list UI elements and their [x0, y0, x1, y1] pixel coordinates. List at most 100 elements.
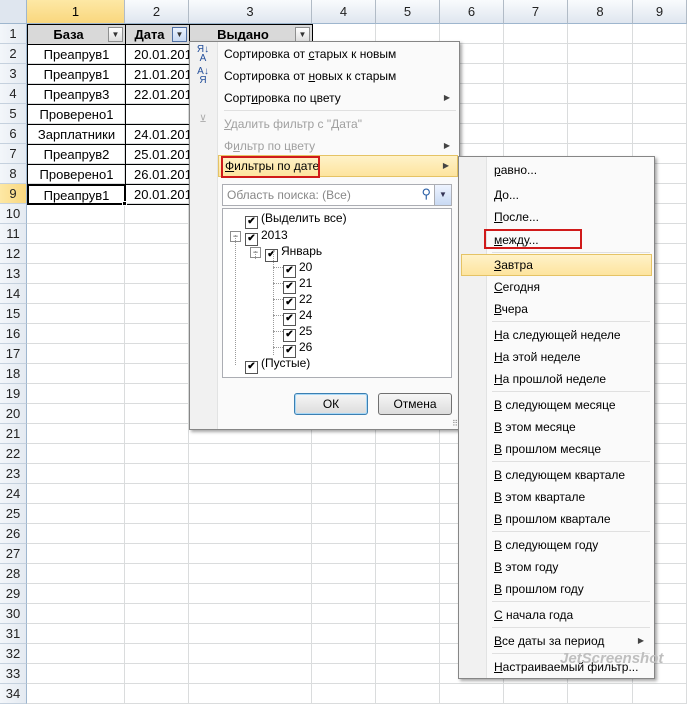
- row-header-21[interactable]: 21: [0, 424, 27, 444]
- date-filter-next-month-item[interactable]: В следующем месяце: [461, 394, 652, 416]
- cancel-button[interactable]: Отмена: [378, 393, 452, 415]
- row-header-7[interactable]: 7: [0, 144, 27, 164]
- filter-dropdown-button-b[interactable]: ▼: [172, 27, 187, 42]
- tree-day-26[interactable]: ✔ 26: [283, 339, 312, 358]
- column-header-2[interactable]: 2: [125, 0, 189, 24]
- date-filter-next-week-item[interactable]: На следующей неделе: [461, 324, 652, 346]
- row-header-17[interactable]: 17: [0, 344, 27, 364]
- cell-date-row-8[interactable]: 26.01.201: [125, 164, 190, 185]
- checkbox-checked[interactable]: ✔: [265, 249, 278, 262]
- row-header-20[interactable]: 20: [0, 404, 27, 424]
- cell-base-row-6[interactable]: Зарплатники: [27, 124, 126, 145]
- row-header-24[interactable]: 24: [0, 484, 27, 504]
- cell-date-row-2[interactable]: 20.01.201: [125, 44, 190, 65]
- search-dropdown-button[interactable]: ▼: [434, 185, 451, 205]
- row-header-16[interactable]: 16: [0, 324, 27, 344]
- row-header-11[interactable]: 11: [0, 224, 27, 244]
- row-header-22[interactable]: 22: [0, 444, 27, 464]
- filter-search-input[interactable]: Область поиска: (Все) ⚲ ▼: [222, 184, 452, 206]
- row-header-1[interactable]: 1: [0, 24, 27, 44]
- date-filter-this-month-item[interactable]: В этом месяце: [461, 416, 652, 438]
- date-filter-ytd-item[interactable]: С начала года: [461, 604, 652, 626]
- date-filter-this-week-item[interactable]: На этой неделе: [461, 346, 652, 368]
- column-header-6[interactable]: 6: [440, 0, 504, 24]
- row-header-25[interactable]: 25: [0, 504, 27, 524]
- column-header-5[interactable]: 5: [376, 0, 440, 24]
- date-filter-last-year-item[interactable]: В прошлом году: [461, 578, 652, 600]
- row-header-13[interactable]: 13: [0, 264, 27, 284]
- sort-oldest-to-newest-item[interactable]: Сортировка от старых к новым: [218, 43, 458, 65]
- date-filter-next-year-item[interactable]: В следующем году: [461, 534, 652, 556]
- date-filter-tomorrow-item[interactable]: Завтра: [461, 254, 652, 276]
- date-filter-this-year-item[interactable]: В этом году: [461, 556, 652, 578]
- row-header-33[interactable]: 33: [0, 664, 27, 684]
- row-header-29[interactable]: 29: [0, 584, 27, 604]
- cell-date-row-7[interactable]: 25.01.201: [125, 144, 190, 165]
- date-filter-last-week-item[interactable]: На прошлой неделе: [461, 368, 652, 390]
- filter-value-tree[interactable]: ✔ (Выделить все) − ✔ 2013− ✔ Январь ✔ 20 ✔ 21 ✔ 22 ✔ 2…: [222, 208, 452, 378]
- resize-grip[interactable]: ⠿: [452, 420, 458, 428]
- date-filter-today-item[interactable]: Сегодня: [461, 276, 652, 298]
- ok-button[interactable]: ОК: [294, 393, 368, 415]
- row-header-34[interactable]: 34: [0, 684, 27, 704]
- row-header-14[interactable]: 14: [0, 284, 27, 304]
- sort-newest-to-oldest-item[interactable]: Сортировка от новых к старым: [218, 65, 458, 87]
- cell-date-row-6[interactable]: 24.01.201: [125, 124, 190, 145]
- column-header-7[interactable]: 7: [504, 0, 568, 24]
- row-header-30[interactable]: 30: [0, 604, 27, 624]
- date-filter-equals-item[interactable]: равно...: [461, 159, 652, 181]
- row-header-8[interactable]: 8: [0, 164, 27, 184]
- cell-date-row-4[interactable]: 22.01.201: [125, 84, 190, 105]
- column-header-4[interactable]: 4: [312, 0, 376, 24]
- row-header-6[interactable]: 6: [0, 124, 27, 144]
- date-filter-before-item[interactable]: До...: [461, 184, 652, 206]
- tree-day-24[interactable]: ✔ 24: [283, 307, 312, 326]
- tree-blanks[interactable]: ✔ (Пустые): [245, 355, 310, 374]
- column-header-3[interactable]: 3: [189, 0, 312, 24]
- date-filter-all-dates-item[interactable]: Все даты за период ▶: [461, 630, 652, 652]
- row-header-12[interactable]: 12: [0, 244, 27, 264]
- cell-date-row-3[interactable]: 21.01.201: [125, 64, 190, 85]
- row-header-15[interactable]: 15: [0, 304, 27, 324]
- tree-day-20[interactable]: ✔ 20: [283, 259, 312, 278]
- filter-dropdown-button-c[interactable]: ▼: [295, 27, 310, 42]
- row-header-10[interactable]: 10: [0, 204, 27, 224]
- column-header-9[interactable]: 9: [633, 0, 687, 24]
- row-header-3[interactable]: 3: [0, 64, 27, 84]
- tree-day-21[interactable]: ✔ 21: [283, 275, 312, 294]
- filter-dropdown-button-a[interactable]: ▼: [108, 27, 123, 42]
- row-header-5[interactable]: 5: [0, 104, 27, 124]
- tree-month-january[interactable]: − ✔ Январь: [250, 243, 322, 262]
- column-header-8[interactable]: 8: [568, 0, 633, 24]
- row-header-23[interactable]: 23: [0, 464, 27, 484]
- row-header-27[interactable]: 27: [0, 544, 27, 564]
- row-header-31[interactable]: 31: [0, 624, 27, 644]
- date-filter-after-item[interactable]: После...: [461, 206, 652, 228]
- row-header-19[interactable]: 19: [0, 384, 27, 404]
- row-header-2[interactable]: 2: [0, 44, 27, 64]
- checkbox-checked[interactable]: ✔: [245, 361, 258, 374]
- date-filter-yesterday-item[interactable]: Вчера: [461, 298, 652, 320]
- row-header-18[interactable]: 18: [0, 364, 27, 384]
- cell-base-row-8[interactable]: Проверено1: [27, 164, 126, 185]
- tree-day-22[interactable]: ✔ 22: [283, 291, 312, 310]
- row-header-4[interactable]: 4: [0, 84, 27, 104]
- row-header-32[interactable]: 32: [0, 644, 27, 664]
- cell-base-row-3[interactable]: Преапрув1: [27, 64, 126, 85]
- sort-by-color-item[interactable]: Сортировка по цвету ▶: [218, 87, 458, 109]
- tree-select-all[interactable]: ✔ (Выделить все): [245, 210, 347, 229]
- cell-base-row-4[interactable]: Преапрув3: [27, 84, 126, 105]
- cell-base-row-9[interactable]: Преапрув1: [27, 184, 126, 205]
- tree-year-2013[interactable]: − ✔ 2013: [230, 227, 288, 246]
- select-all-corner[interactable]: [0, 0, 27, 24]
- cell-date-row-5[interactable]: [125, 104, 190, 125]
- column-header-1[interactable]: 1: [27, 0, 125, 24]
- fill-handle[interactable]: [122, 201, 127, 206]
- tree-day-25[interactable]: ✔ 25: [283, 323, 312, 342]
- cell-date-row-9[interactable]: 20.01.201: [125, 184, 190, 205]
- cell-base-row-7[interactable]: Преапрув2: [27, 144, 126, 165]
- cell-base-row-2[interactable]: Преапрув1: [27, 44, 126, 65]
- date-filter-this-quarter-item[interactable]: В этом квартале: [461, 486, 652, 508]
- row-header-26[interactable]: 26: [0, 524, 27, 544]
- date-filter-last-month-item[interactable]: В прошлом месяце: [461, 438, 652, 460]
